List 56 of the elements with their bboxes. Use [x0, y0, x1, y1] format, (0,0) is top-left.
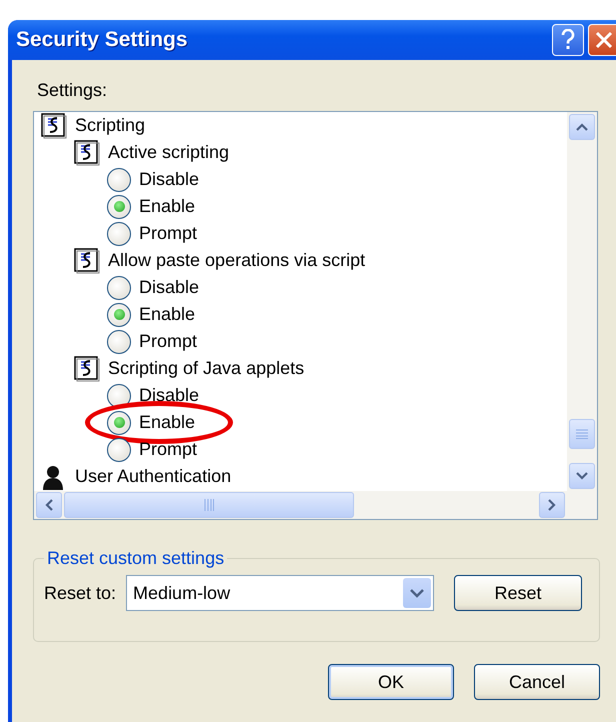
scroll-down-button[interactable] [569, 463, 595, 489]
ok-button[interactable]: OK [328, 664, 454, 700]
option-label: Enable [139, 196, 196, 217]
scrollbar-corner [567, 491, 597, 519]
scroll-thumb[interactable] [64, 492, 354, 518]
radio-button[interactable] [107, 330, 131, 354]
radio-button[interactable] [107, 194, 131, 218]
tree-item[interactable]: Scripting [75, 115, 146, 136]
caret-down-icon [410, 588, 424, 598]
option-label: Prompt [139, 331, 198, 352]
caret-left-icon [45, 499, 53, 511]
close-button[interactable] [588, 24, 616, 56]
tree-item[interactable]: Active scripting [108, 142, 230, 163]
scroll-thumb[interactable] [569, 419, 595, 449]
dropdown-button[interactable] [403, 578, 432, 608]
help-button[interactable] [552, 24, 584, 56]
grip-icon [576, 429, 588, 439]
script-icon [74, 356, 100, 382]
radio-button[interactable] [107, 276, 131, 300]
scroll-up-button[interactable] [569, 114, 595, 140]
radio-button[interactable] [107, 438, 131, 462]
close-icon [595, 31, 613, 49]
window-title: Security Settings [16, 28, 188, 52]
tree-item[interactable]: User Authentication [75, 466, 232, 487]
radio-button[interactable] [107, 222, 131, 246]
radio-button[interactable] [107, 410, 131, 434]
grip-icon [204, 499, 214, 511]
group-title: Reset custom settings [46, 548, 226, 569]
help-icon [560, 29, 576, 51]
script-icon [74, 248, 100, 274]
tree-item[interactable]: Scripting of Java applets [108, 358, 304, 379]
caret-up-icon [576, 123, 588, 131]
reset-level-dropdown[interactable]: Medium-low [126, 575, 434, 611]
radio-button[interactable] [107, 302, 131, 326]
script-icon [74, 140, 100, 166]
tree-item[interactable]: Allow paste operations via script [108, 250, 366, 271]
caret-down-icon [576, 472, 588, 480]
vertical-scrollbar[interactable] [567, 112, 597, 491]
scroll-left-button[interactable] [36, 492, 62, 518]
settings-label: Settings: [37, 80, 108, 101]
caret-right-icon [548, 499, 556, 511]
reset-to-label: Reset to: [44, 582, 116, 604]
dropdown-value: Medium-low [133, 582, 230, 604]
option-label: Enable [139, 304, 196, 325]
radio-button[interactable] [107, 168, 131, 192]
cancel-button[interactable]: Cancel [474, 664, 600, 700]
option-label: Disable [139, 277, 200, 298]
option-label: Prompt [139, 223, 198, 244]
option-label: Enable [139, 412, 196, 433]
horizontal-scrollbar[interactable] [34, 491, 567, 519]
radio-button[interactable] [107, 384, 131, 408]
option-label: Disable [139, 169, 200, 190]
reset-button[interactable]: Reset [454, 575, 582, 611]
scroll-right-button[interactable] [539, 492, 565, 518]
option-label: Prompt [139, 439, 198, 460]
option-label: Disable [139, 385, 200, 406]
